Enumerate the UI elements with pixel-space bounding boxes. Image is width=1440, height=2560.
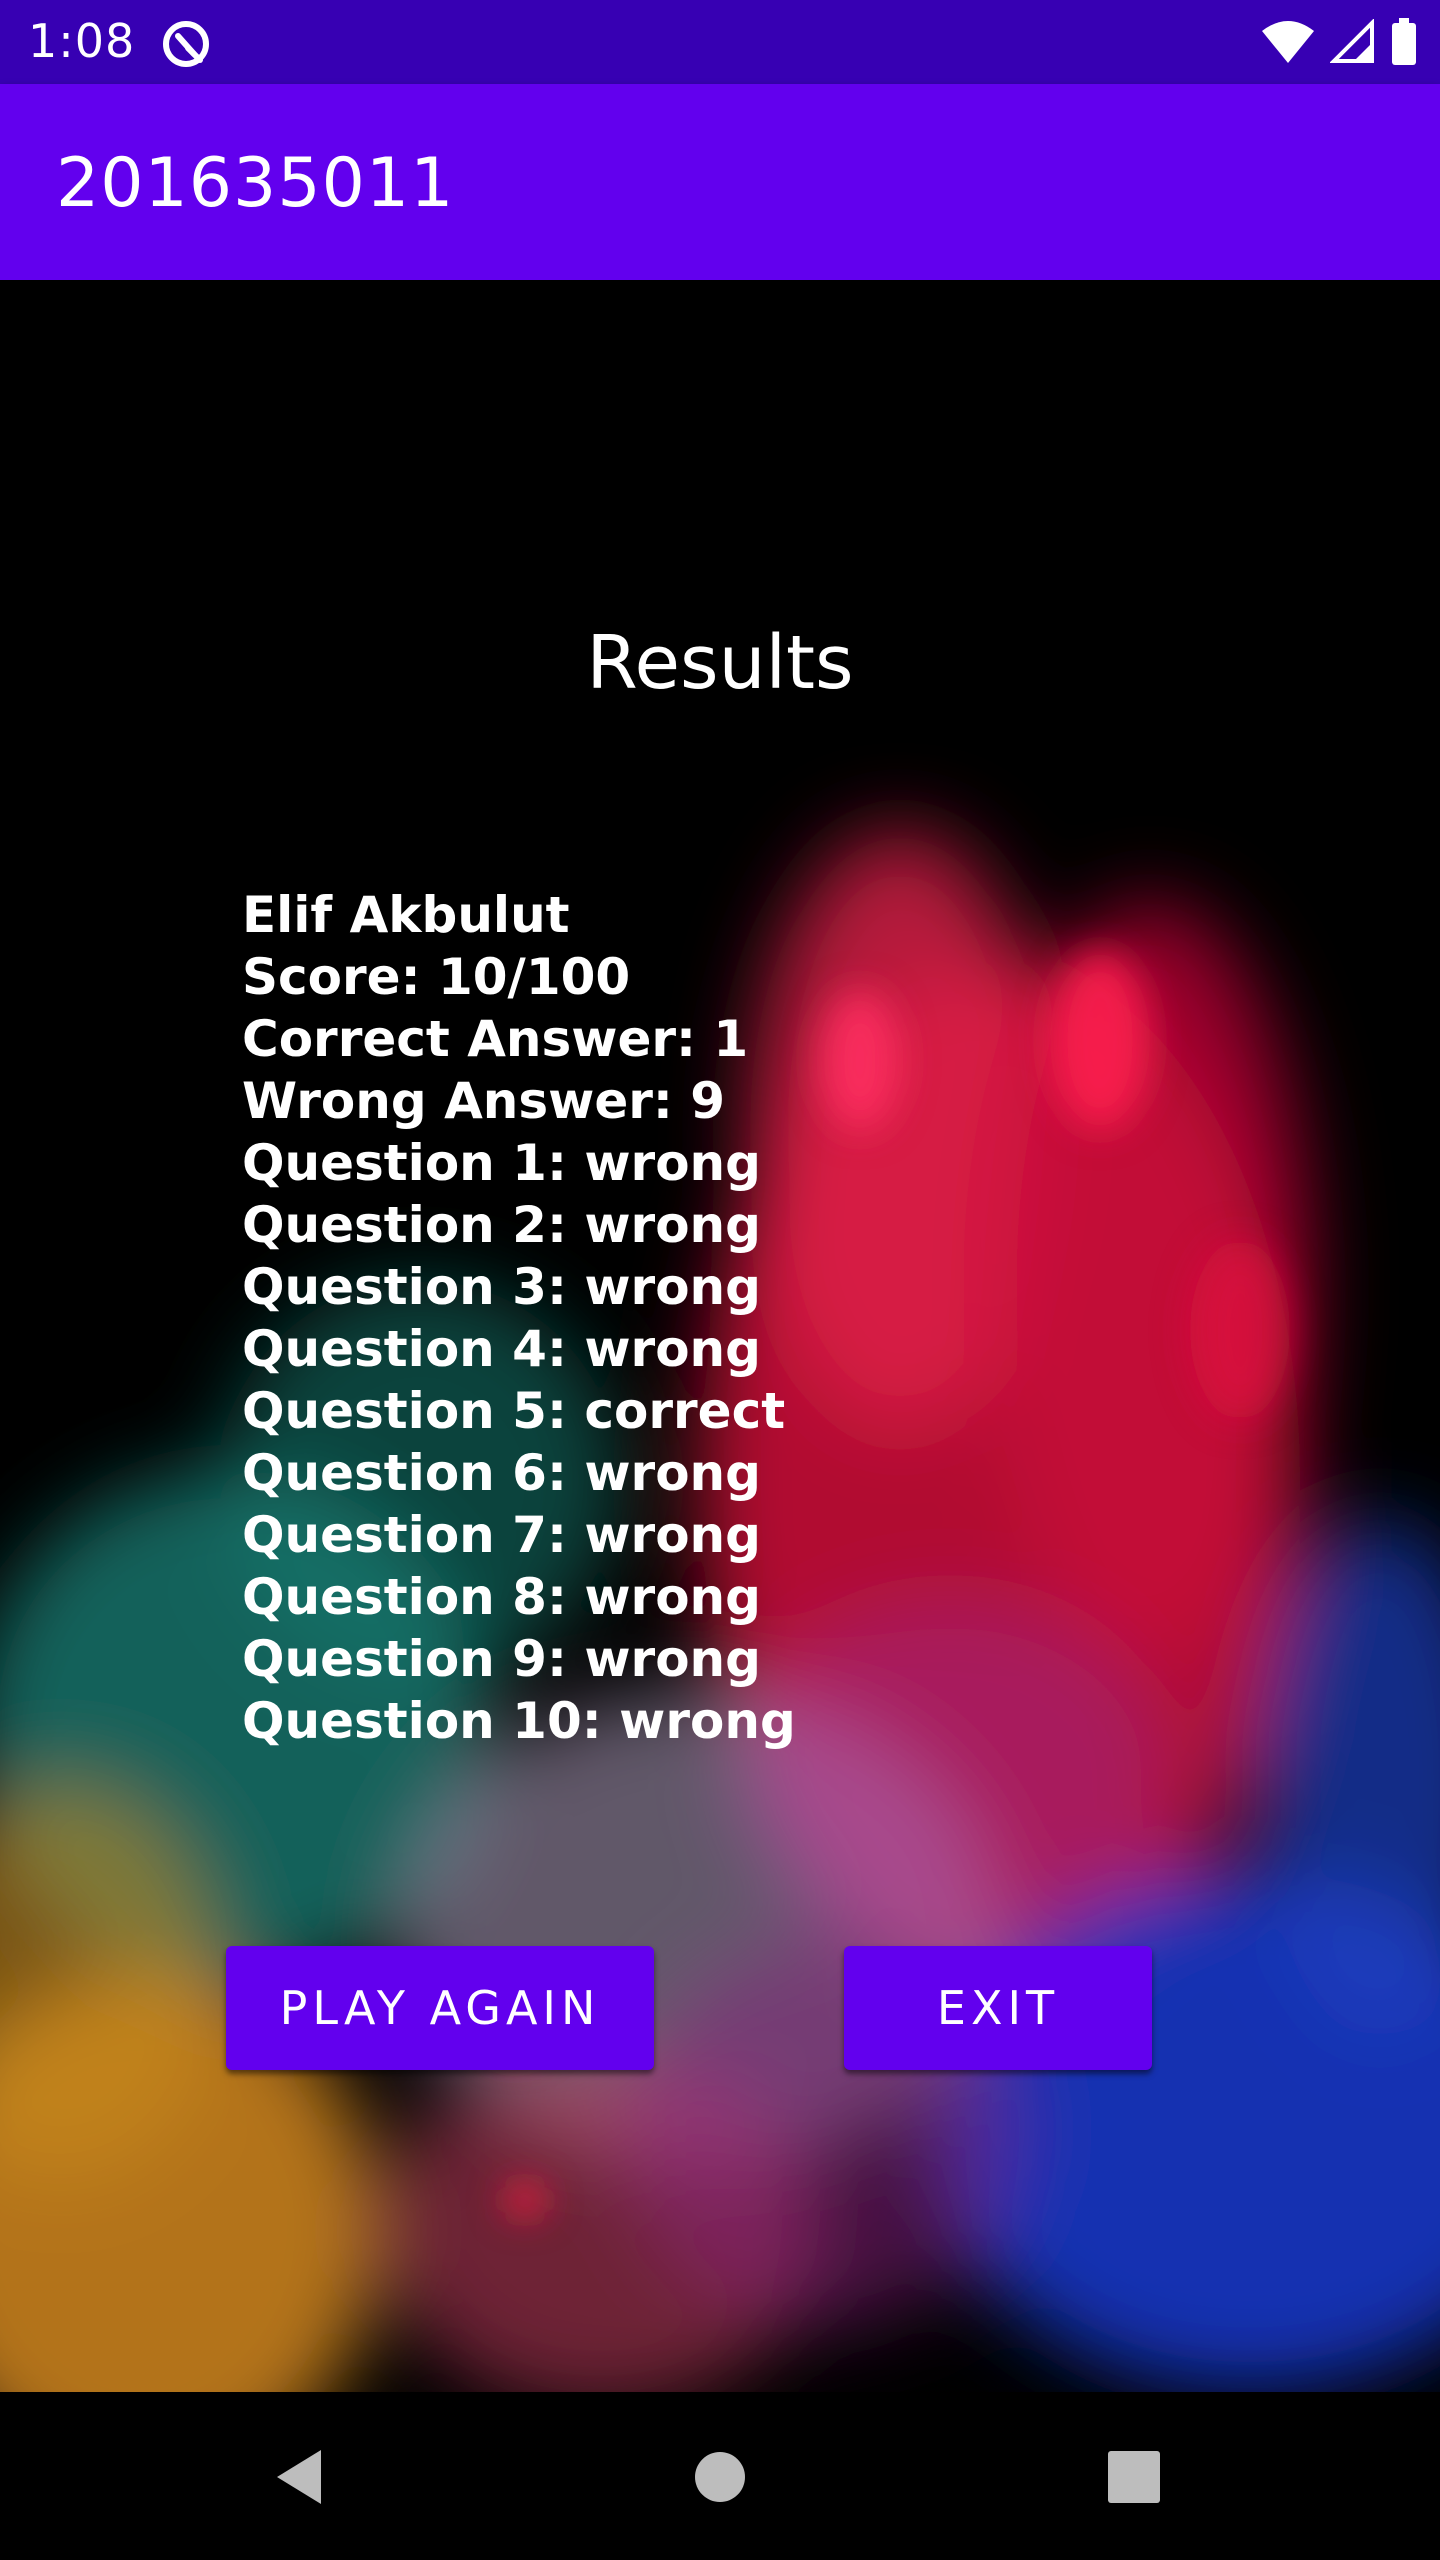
back-icon[interactable]: [254, 2432, 344, 2522]
home-icon[interactable]: [675, 2432, 765, 2522]
question-result: Question 8: wrong: [242, 1568, 761, 1626]
question-result: Question 3: wrong: [242, 1258, 761, 1316]
exit-button[interactable]: EXIT: [844, 1946, 1152, 2070]
question-result: Question 9: wrong: [242, 1630, 761, 1688]
results-content: Results Elif Akbulut Score: 10/100 Corre…: [0, 280, 1440, 2392]
cell-signal-icon: [1329, 17, 1376, 70]
status-time: 1:08: [28, 14, 136, 68]
question-result: Question 1: wrong: [242, 1134, 761, 1192]
app-notification-icon: [160, 18, 212, 70]
battery-icon: [1390, 17, 1418, 71]
navigation-bar: [0, 2392, 1440, 2560]
wrong-answer-count: Wrong Answer: 9: [242, 1072, 726, 1130]
question-result: Question 7: wrong: [242, 1506, 761, 1564]
play-again-button[interactable]: PLAY AGAIN: [226, 1946, 654, 2070]
app-title: 201635011: [56, 144, 455, 223]
recents-icon[interactable]: [1089, 2432, 1179, 2522]
correct-answer-count: Correct Answer: 1: [242, 1010, 749, 1068]
question-result: Question 2: wrong: [242, 1196, 761, 1254]
results-list: Elif Akbulut Score: 10/100 Correct Answe…: [242, 884, 796, 1752]
screen: 1:08 201635011 Results Elif Akbulut Scor…: [0, 0, 1440, 2560]
question-result: Question 4: wrong: [242, 1320, 761, 1378]
results-title: Results: [586, 620, 854, 706]
question-result: Question 6: wrong: [242, 1444, 761, 1502]
status-icons: [1260, 16, 1418, 72]
player-name: Elif Akbulut: [242, 886, 570, 944]
score-text: Score: 10/100: [242, 948, 631, 1006]
status-bar: 1:08: [0, 0, 1440, 84]
question-result: Question 5: correct: [242, 1382, 786, 1440]
question-result: Question 10: wrong: [242, 1692, 796, 1750]
wifi-icon: [1260, 19, 1316, 70]
app-bar: 201635011: [0, 84, 1440, 280]
